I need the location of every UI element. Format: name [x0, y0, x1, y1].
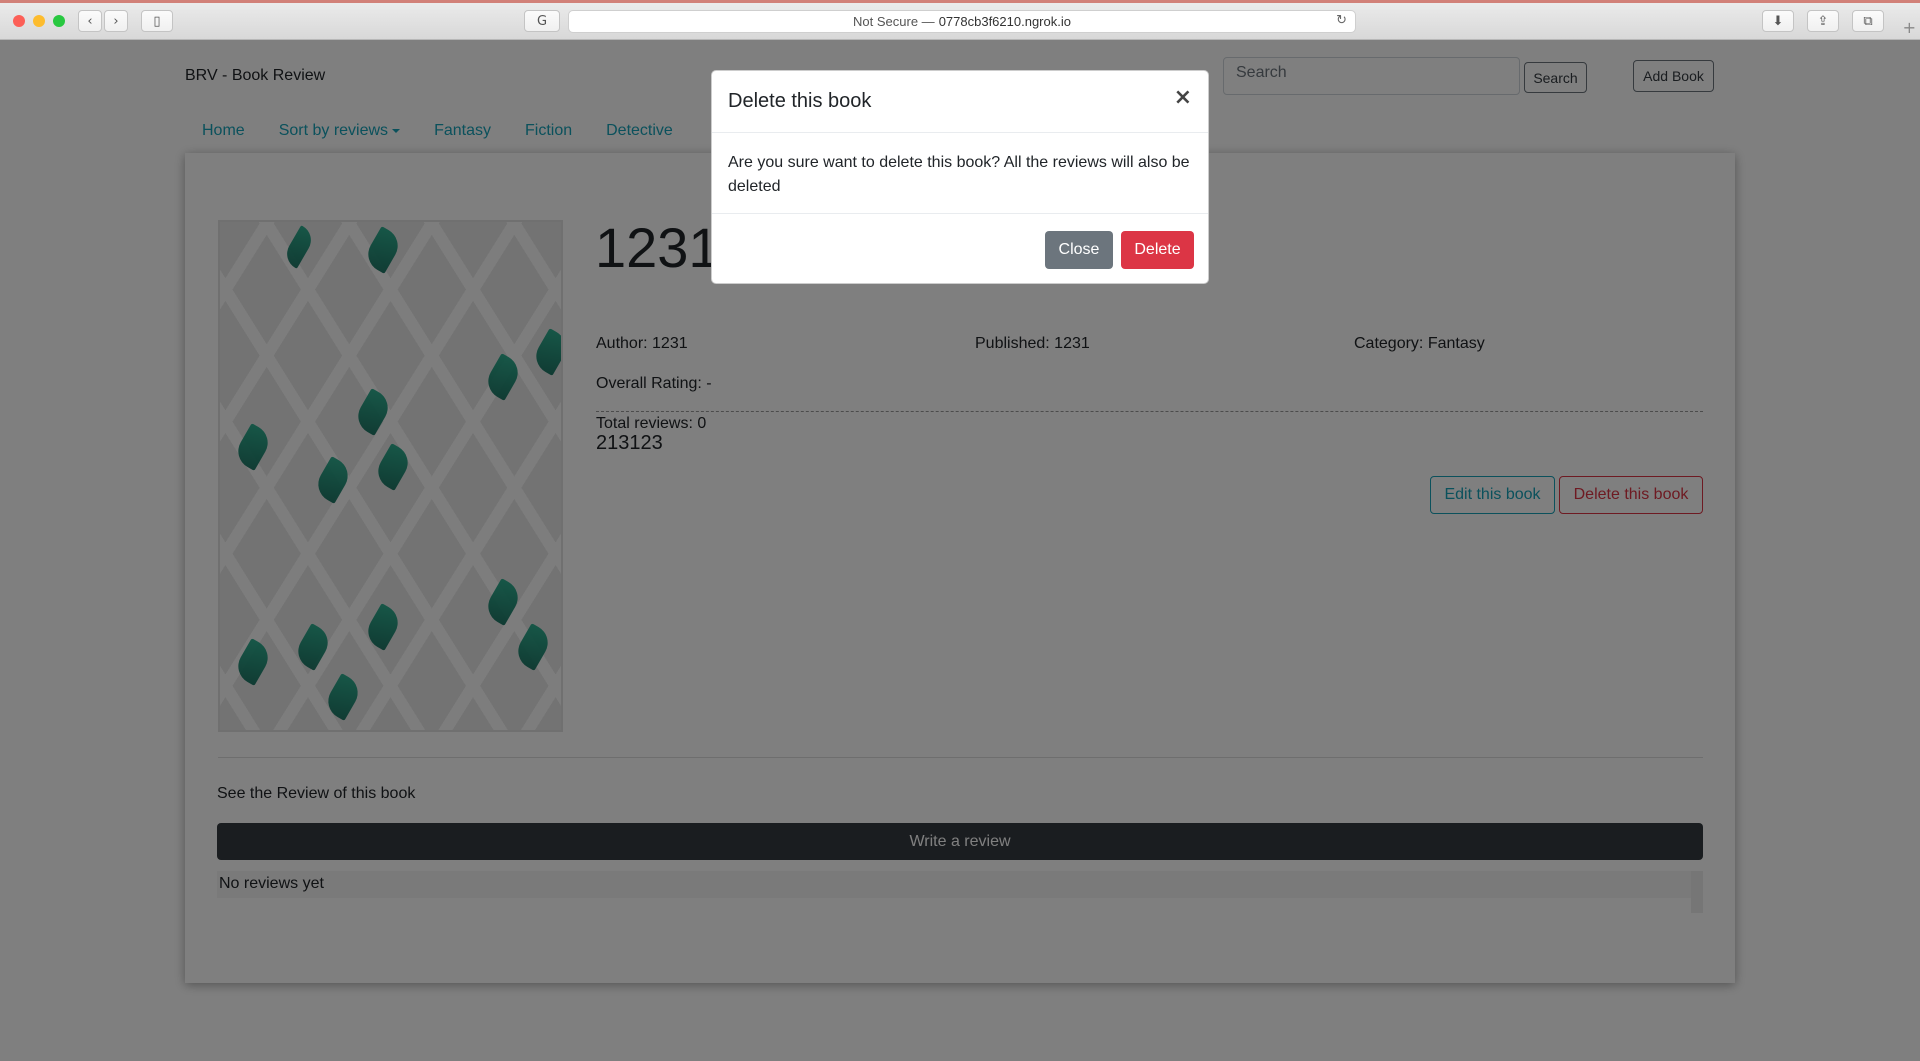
- delete-confirm-modal: Delete this book × Are you sure want to …: [711, 70, 1209, 284]
- share-button[interactable]: ⇪: [1807, 10, 1839, 32]
- window-top-edge: [0, 0, 1920, 3]
- minimize-window-button[interactable]: [33, 15, 45, 27]
- back-button[interactable]: ‹: [78, 10, 102, 32]
- close-icon[interactable]: ×: [1174, 85, 1192, 110]
- tabs-overview-button[interactable]: ⧉: [1852, 10, 1884, 32]
- share-icon: ⇪: [1817, 13, 1829, 29]
- chevron-right-icon: ›: [113, 13, 119, 29]
- extension-button[interactable]: G: [524, 10, 560, 32]
- zoom-window-button[interactable]: [53, 15, 65, 27]
- chevron-left-icon: ‹: [87, 13, 93, 29]
- close-window-button[interactable]: [13, 15, 25, 27]
- forward-button[interactable]: ›: [104, 10, 128, 32]
- sidebar-button[interactable]: ▯: [141, 10, 173, 32]
- browser-toolbar: ‹ › ▯ G Not Secure — 0778cb3f6210.ngrok.…: [0, 0, 1920, 40]
- url-text: 0778cb3f6210.ngrok.io: [938, 14, 1071, 29]
- reload-icon[interactable]: ↻: [1336, 13, 1347, 28]
- sidebar-icon: ▯: [153, 13, 161, 29]
- tabs-icon: ⧉: [1863, 13, 1873, 29]
- new-tab-icon[interactable]: +: [1903, 18, 1916, 37]
- downloads-button[interactable]: ⬇: [1762, 10, 1794, 32]
- modal-close-button[interactable]: Close: [1045, 231, 1113, 269]
- modal-body-text: Are you sure want to delete this book? A…: [728, 154, 1190, 195]
- modal-delete-button[interactable]: Delete: [1121, 231, 1194, 269]
- download-icon: ⬇: [1772, 13, 1784, 29]
- security-label: Not Secure —: [853, 14, 935, 29]
- modal-header: Delete this book ×: [712, 71, 1208, 133]
- extension-icon: G: [536, 13, 548, 29]
- modal-title: Delete this book: [728, 90, 872, 112]
- address-bar[interactable]: Not Secure — 0778cb3f6210.ngrok.io ↻: [568, 10, 1356, 33]
